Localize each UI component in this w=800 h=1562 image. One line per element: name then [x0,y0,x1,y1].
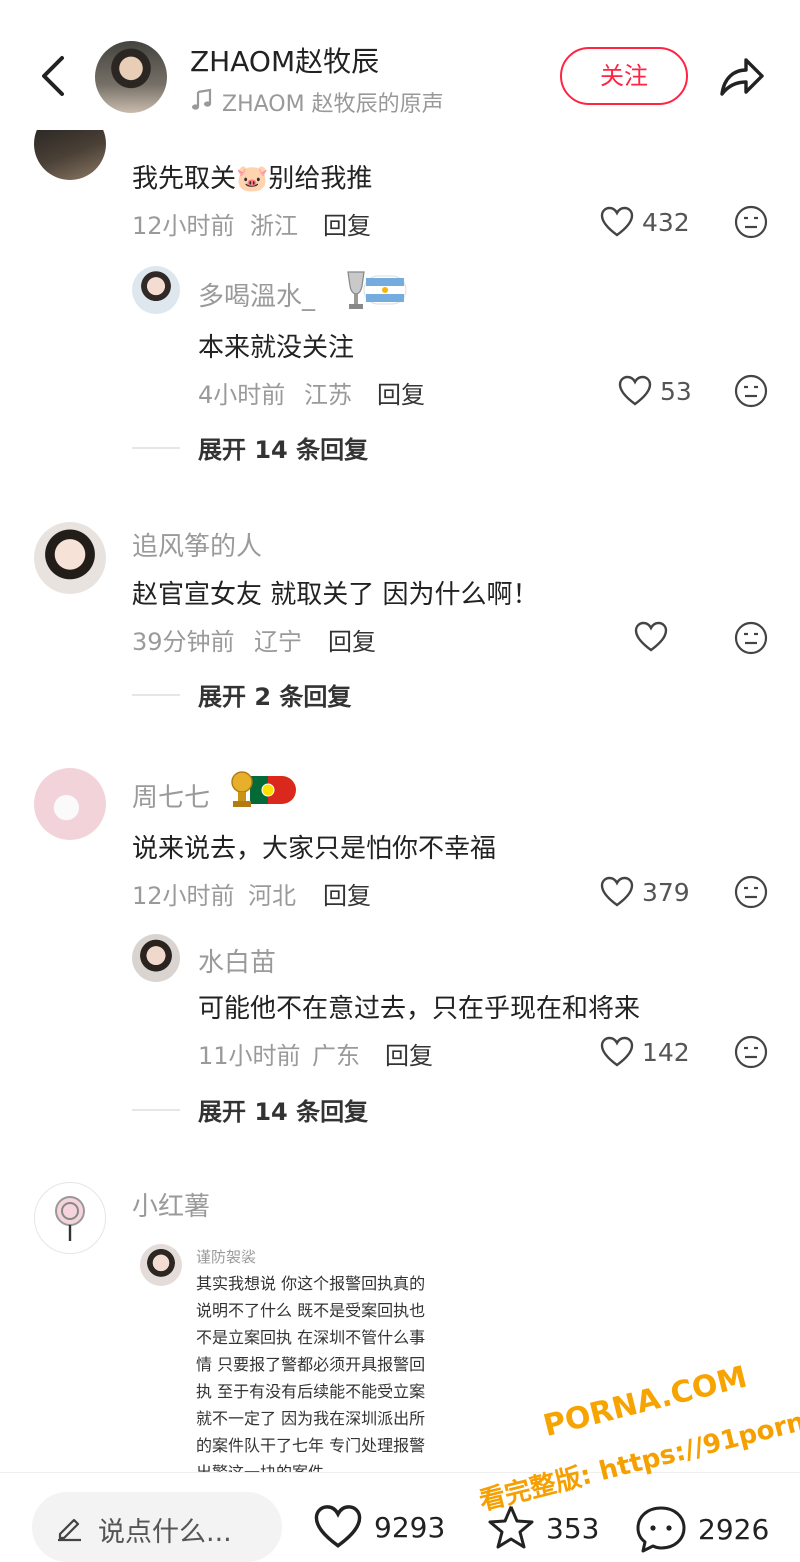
comments-count: 2926 [698,1512,770,1546]
comment-location: 河北 [248,882,296,910]
expand-replies-button[interactable]: 展开 14 条回复 [132,1092,368,1127]
divider-line [132,693,180,696]
comment-location: 辽宁 [254,628,302,656]
like-count: 53 [660,376,692,406]
reply-location: 广东 [312,1042,360,1070]
original-sound-label[interactable]: ZHAOM 赵牧辰的原声 [222,86,444,118]
embedded-text-line: 执 至于有没有后续能不能受立案 [196,1382,426,1401]
comment-avatar[interactable] [34,522,106,594]
reply-location: 江苏 [304,381,352,409]
comment-input-placeholder[interactable]: 说点什么... [98,1510,232,1549]
embedded-text-line: 就不一定了 因为我在深圳派出所 [196,1409,426,1428]
comment-time: 12小时前 [132,882,235,910]
reply-text: 本来就没关注 [198,333,355,363]
reply-username[interactable]: 多喝溫水_ [198,276,315,313]
heart-icon [600,876,634,907]
reply-avatar[interactable] [132,266,180,314]
reply-button[interactable]: 回复 [377,375,425,410]
comment-username[interactable]: 周七七 [132,777,210,814]
comment-bubble-icon [636,1506,686,1553]
divider-line [132,1108,180,1111]
author-name[interactable]: ZHAOM赵牧辰 [190,40,379,80]
heart-icon [618,375,652,406]
comment-like-button[interactable]: 379 [600,876,690,908]
comments-button[interactable]: 2926 [634,1504,769,1554]
reply-button[interactable]: 回复 [328,622,376,657]
comment-avatar[interactable] [34,768,106,840]
heart-icon [634,621,668,652]
pencil-icon [58,1518,81,1542]
comment-username[interactable]: 追风筝的人 [132,526,262,563]
comment-location: 浙江 [250,212,298,240]
dislike-face-icon[interactable] [734,205,768,239]
dislike-face-icon[interactable] [734,621,768,655]
like-post-button[interactable]: 9293 [312,1504,445,1550]
reply-text: 可能他不在意过去，只在乎现在和将来 [198,994,641,1024]
music-note-icon [192,88,212,110]
heart-icon [600,206,634,237]
dislike-face-icon[interactable] [734,1035,768,1069]
expand-replies-button[interactable]: 展开 2 条回复 [132,677,351,712]
post-like-count: 9293 [374,1510,446,1544]
reply-time: 4小时前 [198,381,286,409]
comment-username[interactable]: 小红薯 [132,1186,210,1223]
embedded-text-line: 其实我想说 你这个报警回执真的 [196,1274,426,1293]
reply-username[interactable]: 水白苗 [198,942,276,979]
divider-line [132,446,180,449]
reply-avatar[interactable] [132,934,180,982]
trophy-badge-icon [347,271,407,309]
comment-text: 说来说去，大家只是怕你不幸福 [132,834,497,864]
like-count: 142 [642,1037,690,1067]
dislike-face-icon[interactable] [734,875,768,909]
like-count: 379 [642,877,690,907]
comment-like-button[interactable] [634,621,676,653]
heart-icon [314,1505,362,1548]
follow-button[interactable]: 关注 [560,47,688,105]
expand-replies-button[interactable]: 展开 14 条回复 [132,430,368,465]
comment-time: 12小时前 [132,212,235,240]
embedded-text-line: 不是立案回执 在深圳不管什么事 [196,1328,426,1347]
comment-text: 赵官宣女友 就取关了 因为什么啊！ [132,580,539,610]
back-arrow-icon[interactable] [34,52,74,100]
reply-button[interactable]: 回复 [323,876,371,911]
embedded-text-line: 说明不了什么 既不是受案回执也 [196,1301,426,1320]
reply-time: 11小时前 [198,1042,301,1070]
embedded-avatar [140,1244,182,1286]
embedded-text-line: 情 只要报了警都必须开具报警回 [196,1355,426,1374]
embedded-username: 谨防袈裟 [196,1248,257,1266]
reply-like-button[interactable]: 142 [600,1036,690,1068]
expand-replies-label: 展开 2 条回复 [198,683,352,711]
lollipop-icon [55,1196,85,1241]
collect-count: 353 [546,1511,600,1545]
like-count: 432 [642,207,690,237]
reply-button[interactable]: 回复 [385,1036,433,1071]
comment-time: 39分钟前 [132,628,235,656]
comment-avatar[interactable] [34,1182,106,1254]
trophy-badge-icon [231,771,296,807]
embedded-text-line: 的案件队干了七年 专门处理报警 [196,1436,426,1455]
dislike-face-icon[interactable] [734,374,768,408]
author-avatar[interactable] [95,41,167,113]
reply-button[interactable]: 回复 [323,206,371,241]
comment-like-button[interactable]: 432 [600,206,690,238]
reply-like-button[interactable]: 53 [618,375,692,407]
expand-replies-label: 展开 14 条回复 [198,1098,369,1126]
heart-icon [600,1036,634,1067]
share-icon[interactable] [716,54,766,100]
expand-replies-label: 展开 14 条回复 [198,436,369,464]
embedded-comment-text: 其实我想说 你这个报警回执真的 说明不了什么 既不是受案回执也 不是立案回执 在… [196,1270,456,1486]
comment-text: 我先取关🐷别给我推 [132,164,373,194]
